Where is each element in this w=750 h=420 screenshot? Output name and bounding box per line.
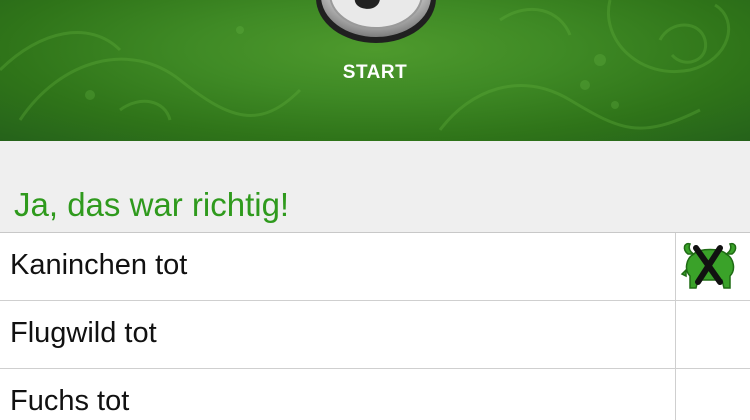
row-label: Fuchs tot (10, 385, 130, 417)
row-mark-cell (675, 233, 750, 300)
answer-table: Kaninchen tot Flugwild tot Fuchs tot (0, 232, 750, 420)
table-row[interactable]: Fuchs tot (0, 369, 750, 420)
table-row[interactable]: Flugwild tot (0, 301, 750, 369)
row-label: Flugwild tot (10, 317, 157, 349)
feedback-message: Ja, das war richtig! (14, 186, 290, 223)
feedback-area: Ja, das war richtig! (0, 141, 750, 232)
row-mark-cell (675, 301, 750, 368)
row-label: Kaninchen tot (10, 249, 188, 281)
app-screen: START Ja, das war richtig! Kaninchen tot (0, 0, 750, 420)
table-row[interactable]: Kaninchen tot (0, 233, 750, 301)
start-label: START (342, 62, 408, 83)
wild-boar-crossed-icon (680, 242, 737, 289)
start-button[interactable] (314, 0, 438, 44)
row-mark-cell (675, 369, 750, 420)
header-banner: START (0, 0, 750, 141)
